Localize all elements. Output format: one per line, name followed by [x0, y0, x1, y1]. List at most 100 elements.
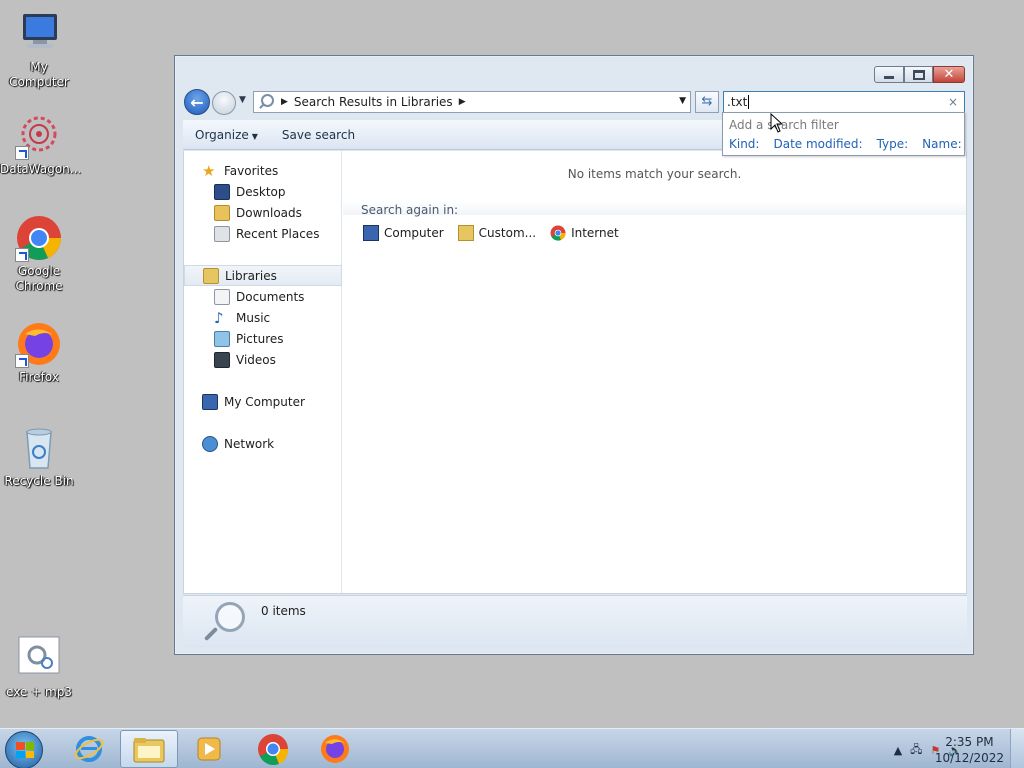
shortcut-arrow-icon: [15, 248, 29, 262]
breadcrumb-separator-icon[interactable]: ▶: [281, 97, 288, 107]
organize-button[interactable]: Organize ▼: [183, 128, 270, 142]
nav-item-videos[interactable]: Videos: [184, 349, 342, 370]
downloads-folder-icon: [214, 204, 230, 221]
nav-item-my-computer[interactable]: My Computer: [184, 391, 342, 412]
documents-icon: [214, 288, 230, 305]
taskbar-media-player[interactable]: [180, 730, 238, 768]
minimize-icon: [884, 76, 894, 79]
nav-item-favorites[interactable]: ★ Favorites: [184, 160, 342, 181]
option-label: Custom...: [478, 226, 537, 240]
nav-item-libraries[interactable]: Libraries: [184, 265, 342, 286]
maximize-button[interactable]: [904, 66, 933, 83]
taskbar-internet-explorer[interactable]: [60, 730, 118, 768]
show-desktop-button[interactable]: [1010, 729, 1024, 768]
computer-icon: [202, 393, 218, 410]
mouse-pointer-icon: [770, 112, 784, 133]
desktop-icon-my-computer[interactable]: My Computer: [0, 10, 78, 90]
show-hidden-icons-icon[interactable]: ▲: [894, 744, 902, 757]
shortcut-arrow-icon: [15, 146, 29, 160]
refresh-icon: ⇆: [701, 94, 713, 109]
save-search-button[interactable]: Save search: [270, 128, 367, 142]
title-bar[interactable]: ✕: [175, 56, 973, 88]
chrome-icon: [15, 214, 63, 262]
desktop-icon-firefox[interactable]: Firefox: [0, 320, 78, 385]
network-status-icon[interactable]: 🖧: [910, 741, 922, 760]
chrome-icon: [550, 225, 566, 241]
desktop-icon-label: Recycle Bin: [4, 474, 74, 488]
chrome-icon: [258, 734, 289, 765]
details-pane: 0 items: [183, 595, 967, 647]
desktop-icon-google-chrome[interactable]: Google Chrome: [0, 214, 78, 294]
taskbar: ▲ 🖧 ⚑ 🔊 2:35 PM 10/12/2022: [0, 728, 1024, 768]
filter-type[interactable]: Type:: [877, 137, 909, 151]
search-again-internet[interactable]: Internet: [550, 225, 619, 241]
shortcut-arrow-icon: [15, 354, 29, 368]
internet-explorer-icon: [74, 736, 104, 762]
nav-item-label: Videos: [236, 352, 276, 367]
search-again-custom[interactable]: Custom...: [457, 225, 537, 241]
nav-item-recent-places[interactable]: Recent Places: [184, 223, 342, 244]
nav-item-label: Recent Places: [236, 226, 320, 241]
address-dropdown-icon[interactable]: ▼: [679, 96, 686, 106]
nav-item-pictures[interactable]: Pictures: [184, 328, 342, 349]
back-button[interactable]: ←: [184, 89, 210, 115]
recent-pages-dropdown[interactable]: ▼: [239, 95, 246, 105]
desktop-icon-exe-mp3[interactable]: exe + mp3: [0, 635, 78, 700]
item-count: 0 items: [261, 604, 306, 618]
clear-search-icon[interactable]: ×: [948, 95, 958, 109]
search-query: .txt: [727, 95, 748, 109]
nav-item-downloads[interactable]: Downloads: [184, 202, 342, 223]
filter-date-modified[interactable]: Date modified:: [773, 137, 862, 151]
folder-icon: [133, 738, 165, 763]
start-button[interactable]: [5, 731, 43, 768]
address-bar[interactable]: ▶ Search Results in Libraries ▶ ▼: [253, 91, 691, 113]
back-arrow-icon: ←: [190, 92, 204, 112]
save-search-label: Save search: [281, 127, 356, 142]
forward-button[interactable]: [212, 91, 236, 115]
network-icon: [202, 435, 218, 452]
nav-item-desktop[interactable]: Desktop: [184, 181, 342, 202]
nav-item-label: Libraries: [225, 268, 277, 283]
computer-icon: [363, 225, 379, 241]
desktop-icon-recycle-bin[interactable]: Recycle Bin: [0, 424, 78, 489]
desktop-icon-datawagon[interactable]: DataWagon...: [0, 112, 81, 177]
option-label: Computer: [384, 226, 444, 240]
text-cursor: [748, 95, 750, 109]
filter-kind[interactable]: Kind:: [729, 137, 759, 151]
nav-item-label: My Computer: [224, 394, 305, 409]
music-icon: ♪: [214, 308, 224, 327]
nav-item-label: Desktop: [236, 184, 286, 199]
firefox-icon: [321, 735, 349, 763]
clock[interactable]: 2:35 PM 10/12/2022: [935, 734, 1004, 766]
folder-icon: [457, 225, 474, 241]
search-again-computer[interactable]: Computer: [363, 225, 444, 241]
nav-item-label: Pictures: [236, 331, 284, 346]
search-filter-dropdown[interactable]: Add a search filter Kind: Date modified:…: [722, 112, 965, 156]
nav-item-label: Favorites: [224, 163, 279, 178]
results-pane[interactable]: No items match your search. Search again…: [343, 151, 966, 593]
organize-label: Organize: [195, 127, 249, 142]
taskbar-firefox[interactable]: [306, 730, 364, 768]
breadcrumb[interactable]: Search Results in Libraries: [294, 95, 453, 109]
breadcrumb-separator-icon[interactable]: ▶: [459, 97, 466, 107]
close-button[interactable]: ✕: [933, 66, 965, 83]
windows-logo-icon: [16, 742, 34, 758]
option-label: Internet: [571, 226, 619, 240]
taskbar-windows-explorer[interactable]: [120, 730, 178, 768]
nav-item-label: Downloads: [236, 205, 302, 220]
navigation-pane[interactable]: ★ Favorites Desktop Downloads Recent Pla…: [184, 151, 342, 593]
taskbar-google-chrome[interactable]: [244, 730, 302, 768]
firefox-icon: [15, 320, 63, 368]
computer-icon: [15, 10, 63, 58]
filter-name[interactable]: Name:: [922, 137, 961, 151]
maximize-icon: [912, 69, 925, 80]
minimize-button[interactable]: [874, 66, 904, 83]
chevron-down-icon: ▼: [251, 131, 258, 141]
nav-item-documents[interactable]: Documents: [184, 286, 342, 307]
nav-item-music[interactable]: ♪ Music: [184, 307, 342, 328]
explorer-body: ★ Favorites Desktop Downloads Recent Pla…: [183, 151, 967, 594]
nav-item-network[interactable]: Network: [184, 433, 342, 454]
refresh-button[interactable]: ⇆: [695, 91, 719, 113]
videos-icon: [214, 351, 230, 368]
search-input[interactable]: .txt ×: [723, 91, 965, 113]
